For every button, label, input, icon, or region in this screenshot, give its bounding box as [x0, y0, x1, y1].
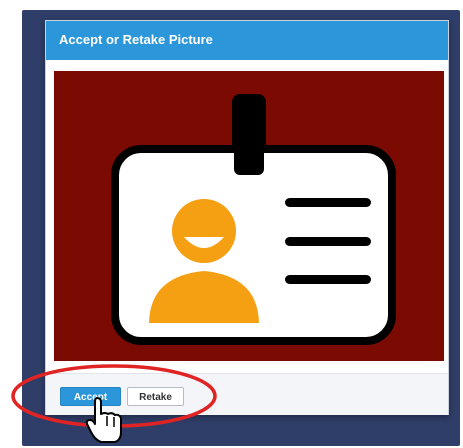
- accept-retake-dialog: Accept or Retake Picture Accept Retake: [45, 20, 449, 415]
- accept-button[interactable]: Accept: [60, 387, 121, 406]
- dialog-title: Accept or Retake Picture: [59, 32, 213, 47]
- captured-picture: [54, 71, 444, 361]
- retake-button[interactable]: Retake: [127, 387, 184, 406]
- dialog-button-bar: Accept Retake: [46, 373, 448, 415]
- id-badge-icon: [111, 94, 396, 345]
- badge-slot: [234, 145, 264, 175]
- dialog-title-bar: Accept or Retake Picture: [46, 21, 448, 60]
